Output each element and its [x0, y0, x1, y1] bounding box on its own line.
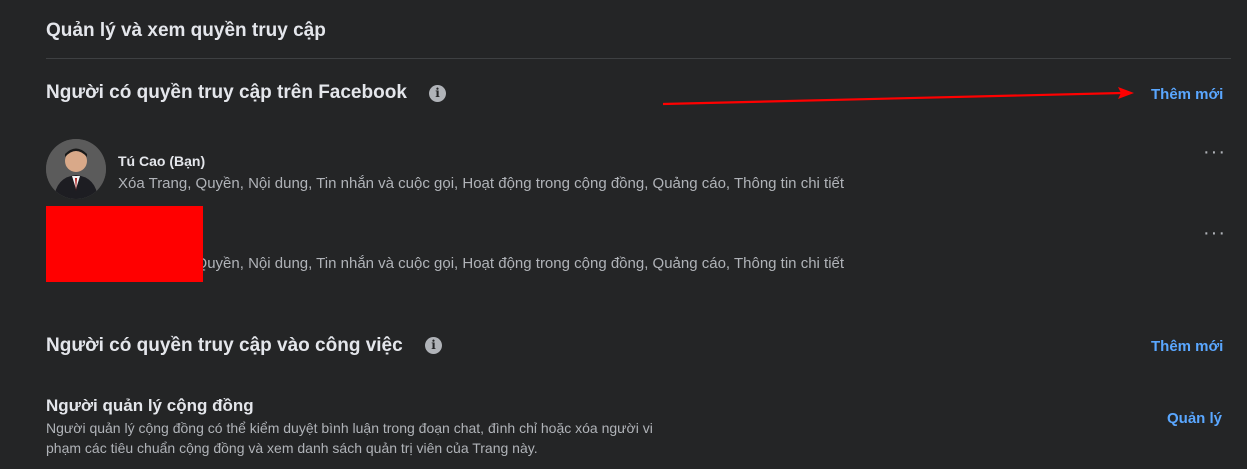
- add-task-access-button[interactable]: Thêm mới: [1151, 338, 1223, 355]
- redaction-box: [46, 206, 203, 282]
- member-permissions: Xóa Trang, Quyền, Nội dung, Tin nhắn và …: [118, 175, 845, 192]
- community-manager-description: Người quản lý cộng đồng có thể kiểm duyệ…: [46, 420, 653, 456]
- more-horizontal-icon[interactable]: ···: [1203, 142, 1226, 162]
- avatar: [46, 139, 106, 199]
- task-access-heading: Người có quyền truy cập vào công việc: [46, 335, 403, 356]
- info-icon[interactable]: i: [429, 85, 446, 102]
- community-manager-title: Người quản lý cộng đồng: [46, 396, 254, 415]
- divider: [46, 58, 1231, 59]
- avatar-photo-icon: [46, 139, 106, 199]
- info-icon[interactable]: i: [425, 337, 442, 354]
- manage-community-button[interactable]: Quản lý: [1167, 410, 1222, 427]
- member-permissions: Xóa Trang, Quyền, Nội dung, Tin nhắn và …: [118, 255, 845, 272]
- add-facebook-access-button[interactable]: Thêm mới: [1151, 86, 1223, 103]
- page-title: Quản lý và xem quyền truy cập: [46, 20, 326, 41]
- more-horizontal-icon[interactable]: ···: [1203, 223, 1226, 243]
- member-name: Tú Cao (Bạn): [118, 153, 206, 169]
- facebook-access-heading: Người có quyền truy cập trên Facebook: [46, 82, 407, 103]
